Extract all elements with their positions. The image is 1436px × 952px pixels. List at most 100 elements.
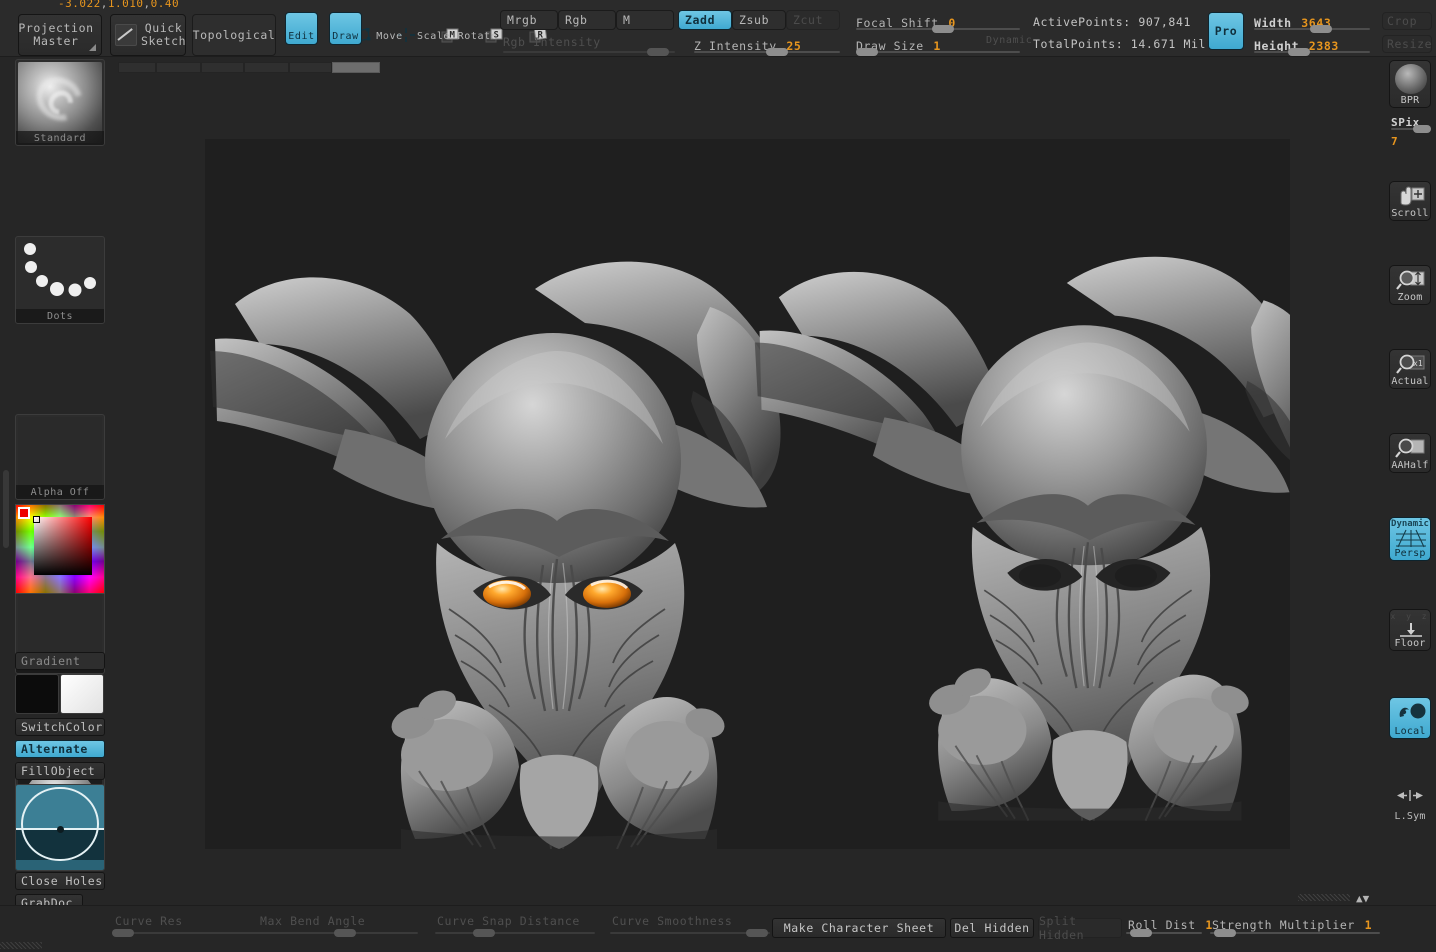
gradient-button[interactable]: Gradient bbox=[15, 652, 105, 670]
curve-smoothness-slider[interactable] bbox=[610, 929, 770, 937]
slider-knob[interactable] bbox=[1288, 48, 1310, 56]
left-sidebar-scroll-handle[interactable] bbox=[3, 470, 9, 548]
scroll-segment[interactable] bbox=[289, 62, 332, 73]
zsub-button[interactable]: Zsub bbox=[732, 10, 786, 30]
rotate-button[interactable]: R Rotate bbox=[458, 12, 547, 45]
alpha-swatch[interactable]: Alpha Off bbox=[15, 414, 105, 500]
symmetry-icon bbox=[1395, 789, 1425, 806]
secondary-color-swatch[interactable] bbox=[60, 674, 104, 714]
local-button[interactable]: Local bbox=[1389, 697, 1431, 739]
split-hidden-button[interactable]: Split Hidden bbox=[1038, 914, 1122, 942]
primary-color-swatch[interactable] bbox=[15, 674, 59, 714]
resize-grip[interactable] bbox=[1298, 894, 1350, 901]
m-label: M bbox=[623, 12, 631, 27]
width-slider[interactable] bbox=[1254, 25, 1370, 33]
aahalf-button[interactable]: AAHalf bbox=[1389, 433, 1431, 473]
make-character-sheet-label: Make Character Sheet bbox=[783, 921, 935, 935]
scale-icon: S bbox=[425, 15, 503, 43]
rgb-intensity-slider[interactable] bbox=[503, 48, 675, 56]
slider-knob[interactable] bbox=[766, 48, 788, 56]
canvas-area[interactable] bbox=[112, 78, 1385, 905]
lsym-button[interactable]: L.Sym bbox=[1389, 785, 1431, 823]
topological-button[interactable]: Topological bbox=[192, 14, 276, 56]
quick-sketch-button[interactable]: Quick Sketch bbox=[110, 14, 186, 56]
palette-scroll-strip[interactable] bbox=[118, 60, 1380, 76]
slider-knob[interactable] bbox=[112, 929, 134, 937]
zadd-button[interactable]: Zadd bbox=[678, 10, 732, 30]
projection-master-button[interactable]: Projection Master bbox=[18, 14, 102, 56]
resize-button[interactable]: Resize bbox=[1382, 35, 1432, 53]
scroll-segment[interactable] bbox=[156, 62, 201, 73]
slider-knob[interactable] bbox=[1310, 25, 1332, 33]
height-slider[interactable] bbox=[1254, 48, 1370, 56]
zcut-label: Zcut bbox=[793, 12, 824, 27]
move-button[interactable]: M Move bbox=[373, 12, 459, 45]
m-button[interactable]: M bbox=[616, 10, 674, 30]
crop-label: Crop bbox=[1387, 13, 1418, 28]
slider-knob[interactable] bbox=[473, 929, 495, 937]
zcut-button[interactable]: Zcut bbox=[786, 10, 840, 30]
scroll-thumb[interactable] bbox=[332, 62, 380, 73]
quick-sketch-label: Quick Sketch bbox=[141, 21, 187, 48]
document-canvas[interactable] bbox=[205, 139, 1332, 850]
floor-label: Floor bbox=[1394, 638, 1426, 649]
stroke-swatch[interactable]: Dots bbox=[15, 236, 105, 324]
fill-object-label: FillObject bbox=[21, 764, 96, 778]
right-sidebar: BPR SPix 7 Scroll Zoom x1 Actual AAHalf … bbox=[1385, 60, 1436, 952]
crop-button[interactable]: Crop bbox=[1382, 12, 1432, 30]
slider-knob[interactable] bbox=[856, 48, 878, 56]
actual-button[interactable]: x1 Actual bbox=[1389, 349, 1431, 389]
persp-button[interactable]: Dynamic Persp bbox=[1389, 517, 1431, 561]
strength-multiplier-slider[interactable] bbox=[1210, 929, 1380, 937]
edit-button[interactable]: Edit bbox=[285, 12, 371, 45]
pencil-icon bbox=[115, 24, 137, 46]
resize-grip-left[interactable] bbox=[0, 942, 42, 949]
slider-knob[interactable] bbox=[647, 48, 669, 56]
rgb-intensity-label: Rgb Intensity bbox=[503, 35, 601, 49]
slider-knob[interactable] bbox=[932, 25, 954, 33]
draw-size-slider[interactable] bbox=[856, 48, 1020, 56]
total-points-text: TotalPoints: 14.671 Mil bbox=[1033, 37, 1207, 51]
slider-knob[interactable] bbox=[1413, 125, 1431, 133]
bpr-button[interactable]: BPR bbox=[1389, 60, 1431, 108]
scroll-segment[interactable] bbox=[201, 62, 244, 73]
sphere-icon bbox=[1395, 64, 1427, 94]
slider-knob[interactable] bbox=[746, 929, 768, 937]
switch-color-button[interactable]: SwitchColor bbox=[15, 718, 105, 736]
make-character-sheet-button[interactable]: Make Character Sheet bbox=[772, 918, 946, 938]
scroll-segment[interactable] bbox=[244, 62, 289, 73]
fill-object-button[interactable]: FillObject bbox=[15, 762, 105, 780]
roll-dist-slider[interactable] bbox=[1126, 929, 1202, 937]
zoom-button[interactable]: Zoom bbox=[1389, 265, 1431, 305]
focal-shift-slider[interactable] bbox=[856, 25, 1020, 33]
saturation-value-field[interactable] bbox=[34, 517, 92, 575]
floor-button[interactable]: x y z Floor bbox=[1389, 609, 1431, 651]
mrgb-button[interactable]: Mrgb bbox=[500, 10, 558, 30]
del-hidden-button[interactable]: Del Hidden bbox=[950, 918, 1034, 938]
curve-smoothness-label: Curve Smoothness bbox=[612, 914, 733, 928]
scroll-segment[interactable] bbox=[118, 62, 156, 73]
z-intensity-slider[interactable] bbox=[694, 48, 840, 56]
brush-swatch[interactable]: Standard bbox=[15, 59, 105, 146]
draw-button[interactable]: Draw bbox=[329, 12, 415, 45]
curve-res-slider[interactable] bbox=[112, 929, 272, 937]
alternate-button[interactable]: Alternate bbox=[15, 740, 105, 758]
close-holes-button[interactable]: Close Holes bbox=[15, 872, 105, 890]
document-preview[interactable] bbox=[15, 784, 105, 871]
scale-button[interactable]: S Scale bbox=[417, 12, 503, 45]
slider-knob[interactable] bbox=[334, 929, 356, 937]
mrgb-label: Mrgb bbox=[507, 12, 538, 27]
color-picker[interactable] bbox=[15, 504, 105, 594]
max-bend-angle-slider[interactable] bbox=[258, 929, 418, 937]
spix-slider[interactable] bbox=[1391, 125, 1431, 133]
pro-button[interactable]: Pro bbox=[1208, 12, 1244, 50]
scroll-arrows[interactable]: ▲▼ bbox=[1356, 892, 1382, 905]
curve-snap-distance-slider[interactable] bbox=[435, 929, 595, 937]
scroll-button[interactable]: Scroll bbox=[1389, 181, 1431, 221]
stroke-caption: Dots bbox=[16, 309, 104, 323]
rgb-button[interactable]: Rgb bbox=[558, 10, 616, 30]
slider-track bbox=[435, 932, 595, 934]
del-hidden-label: Del Hidden bbox=[954, 921, 1030, 935]
slider-knob[interactable] bbox=[1130, 929, 1152, 937]
slider-knob[interactable] bbox=[1214, 929, 1236, 937]
